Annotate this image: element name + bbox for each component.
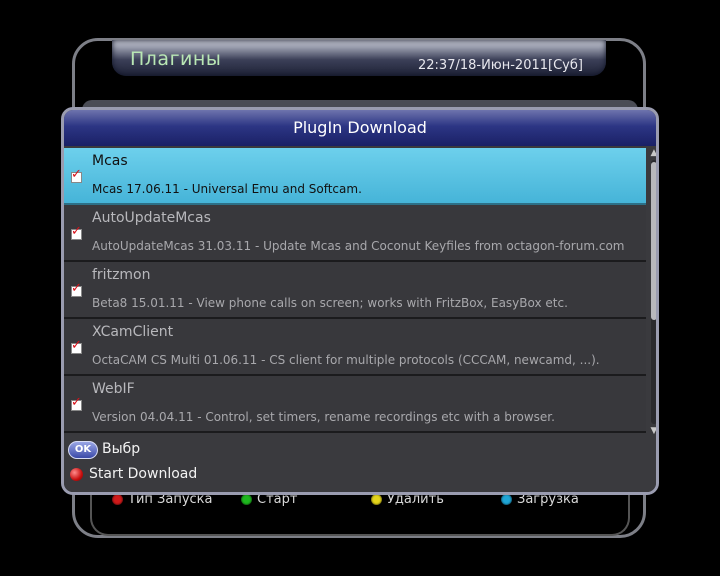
plugin-name: WebIF: [92, 381, 135, 397]
start-download-label: Start Download: [89, 466, 198, 482]
plugins-title: Плагины: [130, 48, 222, 70]
checkbox[interactable]: ✓: [71, 282, 82, 297]
checkmark-icon: ✓: [71, 167, 82, 182]
plugin-name: AutoUpdateMcas: [92, 210, 211, 226]
checkbox[interactable]: ✓: [71, 225, 82, 240]
checkbox[interactable]: ✓: [71, 168, 82, 183]
checkbox[interactable]: ✓: [71, 339, 82, 354]
checkbox[interactable]: ✓: [71, 396, 82, 411]
checkmark-icon: ✓: [71, 395, 82, 410]
list-item-mcas[interactable]: ✓ Mcas Mcas 17.06.11 - Universal Emu and…: [64, 148, 646, 205]
list-item-webif[interactable]: ✓ WebIF Version 04.04.11 - Control, set …: [64, 376, 646, 433]
plugin-description: AutoUpdateMcas 31.03.11 - Update Mcas an…: [92, 239, 625, 253]
clock: 22:37/18-Июн-2011[Суб]: [418, 58, 583, 73]
scrollbar[interactable]: ▲ ▼: [649, 148, 656, 436]
green-button-icon: [241, 494, 252, 505]
plugin-list[interactable]: ✓ Mcas Mcas 17.06.11 - Universal Emu and…: [64, 148, 646, 436]
dialog-footer: OK Выбр Start Download: [64, 436, 656, 492]
ok-button-icon[interactable]: OK: [68, 441, 98, 459]
plugin-name: Mcas: [92, 153, 128, 169]
checkmark-icon: ✓: [71, 281, 82, 296]
scroll-up-arrow-icon[interactable]: ▲: [649, 148, 656, 158]
plugin-description: Version 04.04.11 - Control, set timers, …: [92, 410, 555, 424]
list-item-fritzmon[interactable]: ✓ fritzmon Beta8 15.01.11 - View phone c…: [64, 262, 646, 319]
list-item-autoupdatemcas[interactable]: ✓ AutoUpdateMcas AutoUpdateMcas 31.03.11…: [64, 205, 646, 262]
plugin-description: Mcas 17.06.11 - Universal Emu and Softca…: [92, 182, 362, 196]
scroll-down-arrow-icon[interactable]: ▼: [649, 426, 656, 436]
red-button-icon[interactable]: [70, 468, 83, 481]
red-button-icon: [112, 494, 123, 505]
plugin-name: XCamClient: [92, 324, 174, 340]
ok-label: Выбр: [102, 441, 141, 457]
dialog-title: PlugIn Download: [64, 110, 656, 146]
checkmark-icon: ✓: [71, 338, 82, 353]
checkmark-icon: ✓: [71, 224, 82, 239]
list-item-xcamclient[interactable]: ✓ XCamClient OctaCAM CS Multi 01.06.11 -…: [64, 319, 646, 376]
plugin-description: OctaCAM CS Multi 01.06.11 - CS client fo…: [92, 353, 600, 367]
plugin-name: fritzmon: [92, 267, 151, 283]
blue-button-icon: [501, 494, 512, 505]
yellow-button-icon: [371, 494, 382, 505]
plugin-description: Beta8 15.01.11 - View phone calls on scr…: [92, 296, 568, 310]
plugin-download-dialog: PlugIn Download ✓ Mcas Mcas 17.06.11 - U…: [61, 107, 659, 495]
scrollbar-thumb[interactable]: [651, 162, 656, 320]
